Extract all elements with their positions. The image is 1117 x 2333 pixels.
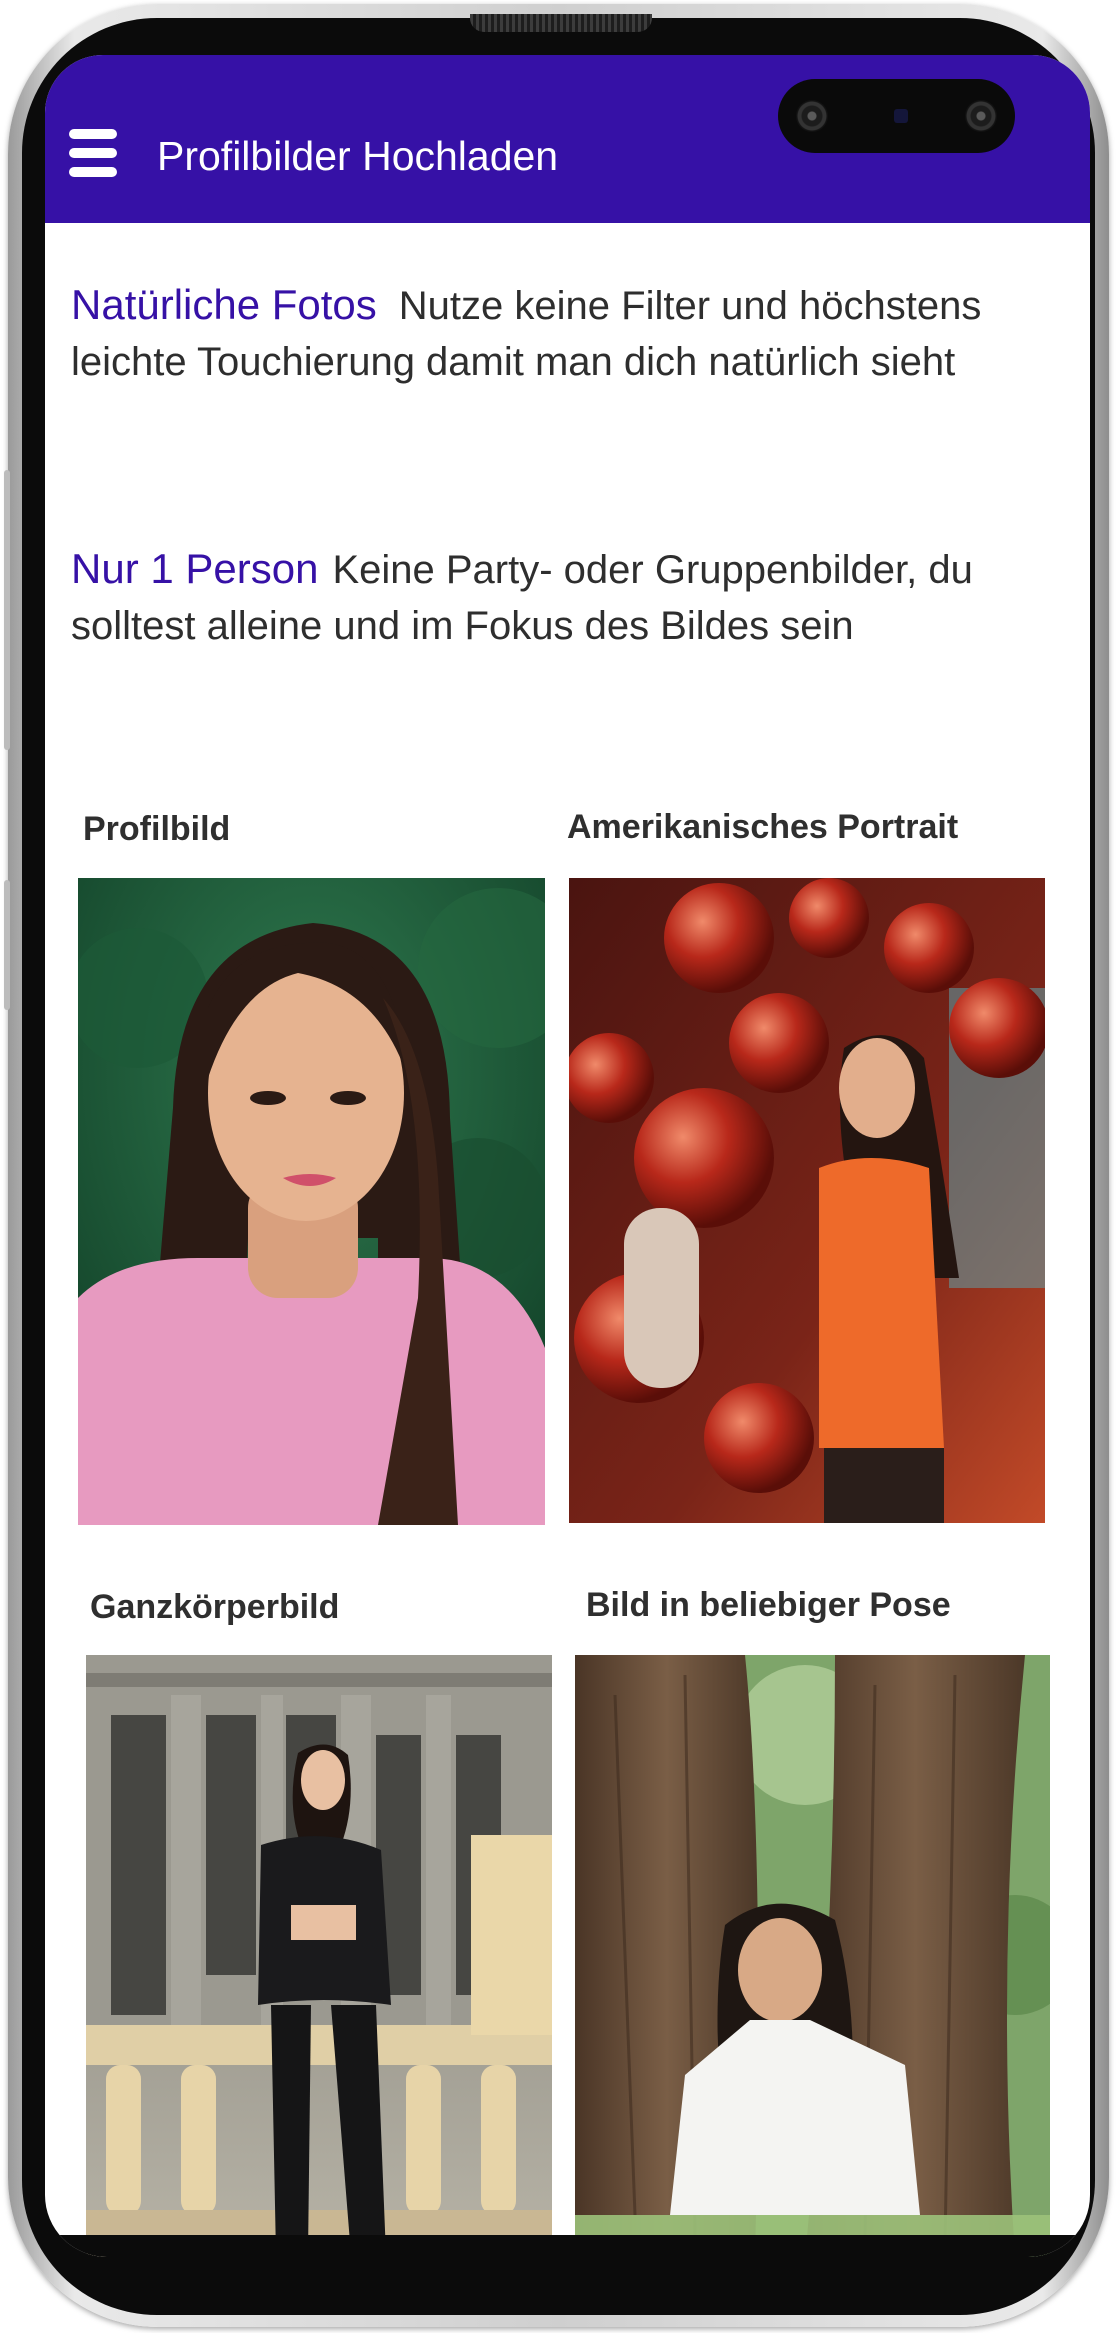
front-camera-cutout — [778, 79, 1015, 153]
photo-label-any-pose: Bild in beliebiger Pose — [586, 1586, 951, 1624]
profile-photo-slot[interactable] — [78, 878, 545, 1525]
camera-lens-icon — [796, 100, 828, 132]
american-portrait-photo-slot[interactable] — [569, 878, 1045, 1523]
photo-label-american-portrait: Amerikanisches Portrait — [567, 808, 959, 846]
app-header: Profilbilder Hochladen — [45, 55, 1090, 223]
screen-bottom-edge — [45, 2235, 1090, 2257]
tip-heading: Natürliche Fotos — [71, 281, 377, 328]
photo-label-full-body: Ganzkörperbild — [90, 1588, 340, 1626]
tip-heading: Nur 1 Person — [71, 545, 319, 592]
page-title: Profilbilder Hochladen — [157, 133, 559, 179]
full-body-photo-slot[interactable] — [86, 1655, 552, 2257]
hamburger-menu-icon[interactable] — [69, 129, 119, 179]
phone-side-button — [4, 470, 10, 750]
app-screen: Profilbilder Hochladen Natürliche Fotos N… — [45, 55, 1090, 2257]
speaker-grill — [470, 14, 652, 32]
phone-side-button — [4, 880, 10, 1010]
tip-natural-photos: Natürliche Fotos Nutze keine Filter und h… — [71, 277, 1051, 390]
any-pose-photo-slot[interactable] — [575, 1655, 1050, 2257]
camera-sensor — [894, 109, 908, 123]
camera-lens-icon — [965, 100, 997, 132]
tip-one-person: Nur 1 Person Keine Party- oder Gruppenbil… — [71, 541, 1051, 654]
photo-label-profile: Profilbild — [83, 810, 231, 848]
